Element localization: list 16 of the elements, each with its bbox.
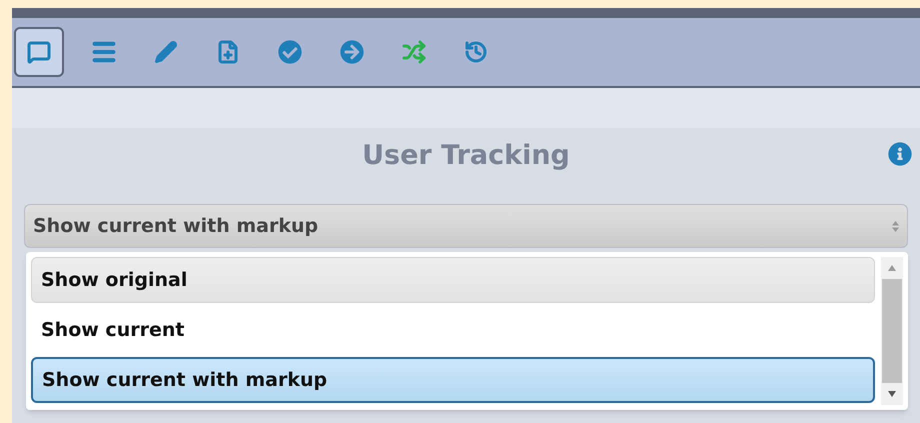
panel-title: User Tracking (362, 138, 570, 173)
speech-bubble-icon (27, 40, 51, 64)
scroll-down-icon[interactable] (888, 391, 896, 397)
history-icon (464, 40, 488, 64)
pencil-icon (154, 40, 178, 64)
page-plus-icon (216, 40, 240, 64)
scrollbar-thumb[interactable] (882, 279, 902, 383)
dropdown-option[interactable]: Show current (31, 307, 875, 353)
toolbar-button[interactable] (14, 27, 64, 77)
dropdown-option[interactable]: Show current with markup (31, 357, 875, 403)
shuffle-icon (402, 40, 426, 64)
scroll-up-icon[interactable] (888, 265, 896, 271)
sort-arrows-icon (892, 220, 899, 232)
select-field[interactable]: Show current with markup (24, 204, 908, 248)
info-icon[interactable] (888, 142, 912, 166)
dropdown-option[interactable]: Show original (31, 257, 875, 303)
